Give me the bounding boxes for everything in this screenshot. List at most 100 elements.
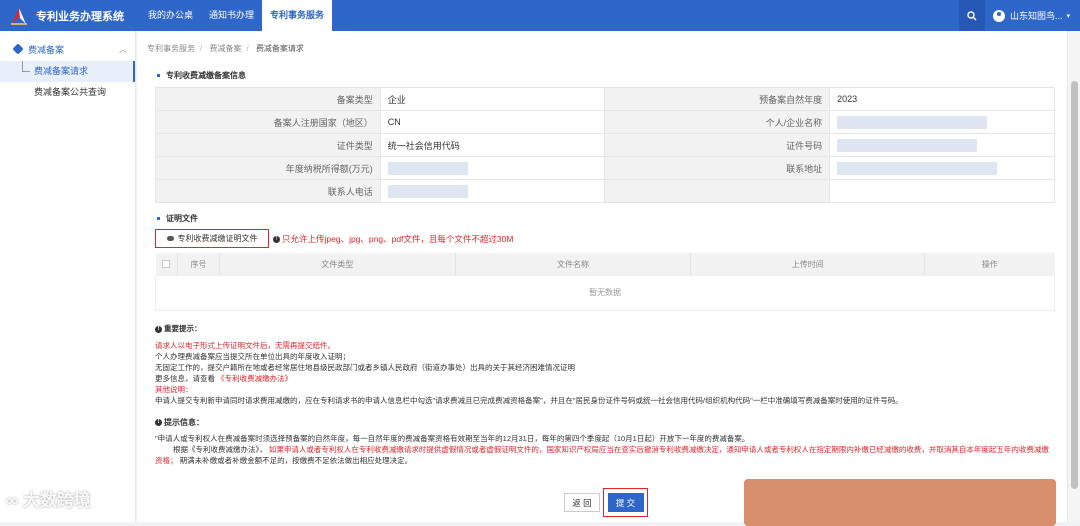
top-right: 山东知图鸟... ▾ xyxy=(958,0,1080,31)
note-line: 个人办理费减备案应当提交所在单位出具的年度收入证明； xyxy=(155,352,350,361)
field-label: 个人/企业名称 xyxy=(604,110,831,134)
important-heading-text: 重要提示： xyxy=(164,324,202,333)
hint-text: 根据《专利收费减缴办法》， xyxy=(173,445,267,454)
field-label: 证件号码 xyxy=(604,133,831,157)
empty-state: 暂无数据 xyxy=(155,276,1055,311)
sidebar: 费减备案 ︿ 费减备案请求 费减备案公共查询 xyxy=(0,31,136,522)
column-header: 序号 xyxy=(177,253,220,276)
note-line: 请求人以电子形式上传证明文件后，无需再提交纸件。 xyxy=(155,341,335,350)
exclamation-icon: ! xyxy=(273,236,280,244)
main-content: 专利事务服务 / 费减备案 / 费减备案请求 专利收费减缴备案信息 备案类型 企业 … xyxy=(137,31,1067,526)
scrollbar[interactable] xyxy=(1067,31,1080,522)
hint-heading: ! 提示信息： xyxy=(155,417,204,428)
nav-notices[interactable]: 通知书办理 xyxy=(201,0,262,31)
table-row: 联系人电话 xyxy=(155,179,1055,203)
top-bar: 专利业务办理系统 我的办公桌 通知书办理 专利事务服务 山东知图鸟... ▾ xyxy=(0,0,1080,31)
search-button[interactable] xyxy=(958,0,985,31)
watermark: ∞ 大数跨境 xyxy=(6,491,91,510)
submit-highlight: 提 交 xyxy=(603,488,648,517)
sidebar-item-request[interactable]: 费减备案请求 xyxy=(0,61,135,82)
column-header: 上传时间 xyxy=(690,253,926,276)
breadcrumb-current: 费减备案请求 xyxy=(255,44,304,53)
note-line: 其他说明： xyxy=(155,385,193,394)
upload-tip-text: 只允许上传jpeg、jpg、png、pdf文件，且每个文件不超过30M xyxy=(282,234,514,244)
table-row: 暂无数据 xyxy=(155,276,1055,311)
table-header-row: 序号 文件类型 文件名称 上传时间 操作 xyxy=(155,253,1055,276)
column-header: 文件名称 xyxy=(455,253,692,276)
regulation-link[interactable]: 《专利收费减缴办法》 xyxy=(217,374,292,383)
app-title: 专利业务办理系统 xyxy=(36,10,124,23)
field-value xyxy=(829,179,1055,203)
sidebar-group-label: 费减备案 xyxy=(28,44,65,55)
hint-line: 根据《专利收费减缴办法》， 如果申请人或者专利权人在专利收费减缴请求时提供虚假情… xyxy=(155,444,1055,466)
field-value-redacted xyxy=(829,156,1055,180)
field-value: 2023 xyxy=(829,87,1055,111)
top-nav: 我的办公桌 通知书办理 专利事务服务 xyxy=(140,0,333,31)
hint-text: 期满未补缴或者补缴金额不足的，按缴费不足依法做出相应处理决定。 xyxy=(179,456,413,465)
field-label: 证件类型 xyxy=(155,133,381,157)
app-logo[interactable]: 专利业务办理系统 xyxy=(0,0,136,31)
sidebar-item-public-query[interactable]: 费减备案公共查询 xyxy=(0,82,135,103)
table-row: 年度纳税所得额(万元) 联系地址 xyxy=(155,156,1055,180)
tree-line xyxy=(22,61,30,72)
avatar xyxy=(992,9,1005,22)
field-label xyxy=(604,179,831,203)
chevron-up-icon: ︿ xyxy=(119,44,127,54)
watermark-text: 大数跨境 xyxy=(22,491,91,510)
hint-heading-text: 提示信息： xyxy=(164,418,204,427)
upload-proof-button[interactable]: 专利收费减缴证明文件 xyxy=(155,229,269,248)
field-value-redacted xyxy=(829,110,1055,134)
back-button[interactable]: 返 回 xyxy=(564,493,600,512)
field-value-redacted xyxy=(379,156,606,180)
exclamation-icon: ! xyxy=(155,325,162,333)
section-title-info: 专利收费减缴备案信息 xyxy=(157,70,246,81)
note-line: 更多信息，请查看 《专利收费减缴办法》 xyxy=(155,374,293,383)
field-value-redacted xyxy=(379,179,606,203)
hint-body: "申请人或专利权人在费减备案时须选择预备案的自然年度，每一自然年度的费减备案资格… xyxy=(155,433,1055,466)
field-value: 企业 xyxy=(379,87,606,111)
note-line: 无固定工作的，提交户籍所在地或者经常居住地县级民政部门或者乡镇人民政府（街道办事… xyxy=(155,363,575,372)
checkbox-icon[interactable] xyxy=(162,259,171,268)
table-row: 备案类型 企业 预备案自然年度 2023 xyxy=(155,87,1055,111)
table-row: 证件类型 统一社会信用代码 证件号码 xyxy=(155,133,1055,157)
column-header: 文件类型 xyxy=(219,253,456,276)
field-label: 备案人注册国家（地区） xyxy=(155,110,381,134)
scrollbar-thumb[interactable] xyxy=(1071,81,1078,489)
user-menu[interactable]: 山东知图鸟... ▾ xyxy=(985,9,1080,22)
info-table: 备案类型 企业 预备案自然年度 2023 备案人注册国家（地区） CN 个人/企… xyxy=(155,87,1055,203)
table-row: 备案人注册国家（地区） CN 个人/企业名称 xyxy=(155,110,1055,134)
sidebar-group-fee-reduction[interactable]: 费减备案 ︿ xyxy=(0,37,135,61)
diamond-icon xyxy=(12,43,24,55)
breadcrumb: 专利事务服务 / 费减备案 / 费减备案请求 xyxy=(147,44,304,53)
search-icon xyxy=(967,10,977,20)
section-title-files: 证明文件 xyxy=(157,213,198,224)
nav-patent-services[interactable]: 专利事务服务 xyxy=(262,0,333,31)
logo-icon xyxy=(8,6,30,26)
note-line: 申请人提交专利新申请同时请求费用减缴的，应在专利请求书的申请人信息栏中勾选"请求… xyxy=(155,396,903,405)
sidebar-item-label: 费减备案公共查询 xyxy=(34,87,107,97)
sidebar-item-label: 费减备案请求 xyxy=(34,66,89,76)
upload-tip: ! 只允许上传jpeg、jpg、png、pdf文件，且每个文件不超过30M xyxy=(273,233,513,245)
chevron-down-icon: ▾ xyxy=(1066,12,1070,20)
column-header: 操作 xyxy=(924,253,1055,276)
select-all-checkbox-cell[interactable] xyxy=(155,253,178,276)
field-label: 联系人电话 xyxy=(155,179,381,203)
hint-line: "申请人或专利权人在费减备案时须选择预备案的自然年度，每一自然年度的费减备案资格… xyxy=(155,434,750,443)
submit-button[interactable]: 提 交 xyxy=(607,493,644,512)
important-heading: ! 重要提示： xyxy=(155,323,1055,334)
cloud-upload-icon xyxy=(166,236,174,241)
exclamation-icon: ! xyxy=(155,419,162,427)
field-label: 备案类型 xyxy=(155,87,381,111)
field-value: CN xyxy=(379,110,606,134)
breadcrumb-item[interactable]: 费减备案 xyxy=(209,44,241,53)
files-table: 序号 文件类型 文件名称 上传时间 操作 暂无数据 xyxy=(155,253,1055,311)
upload-button-label: 专利收费减缴证明文件 xyxy=(177,234,258,243)
user-name: 山东知图鸟... xyxy=(1009,11,1063,21)
nav-my-desk[interactable]: 我的办公桌 xyxy=(140,0,201,31)
breadcrumb-item[interactable]: 专利事务服务 xyxy=(147,44,195,53)
field-label: 预备案自然年度 xyxy=(604,87,831,111)
field-value: 统一社会信用代码 xyxy=(379,133,606,157)
field-value-redacted xyxy=(829,133,1055,157)
important-notes: ! 重要提示： 请求人以电子形式上传证明文件后，无需再提交纸件。 个人办理费减备案… xyxy=(155,323,1055,406)
field-label: 年度纳税所得额(万元) xyxy=(155,156,381,180)
